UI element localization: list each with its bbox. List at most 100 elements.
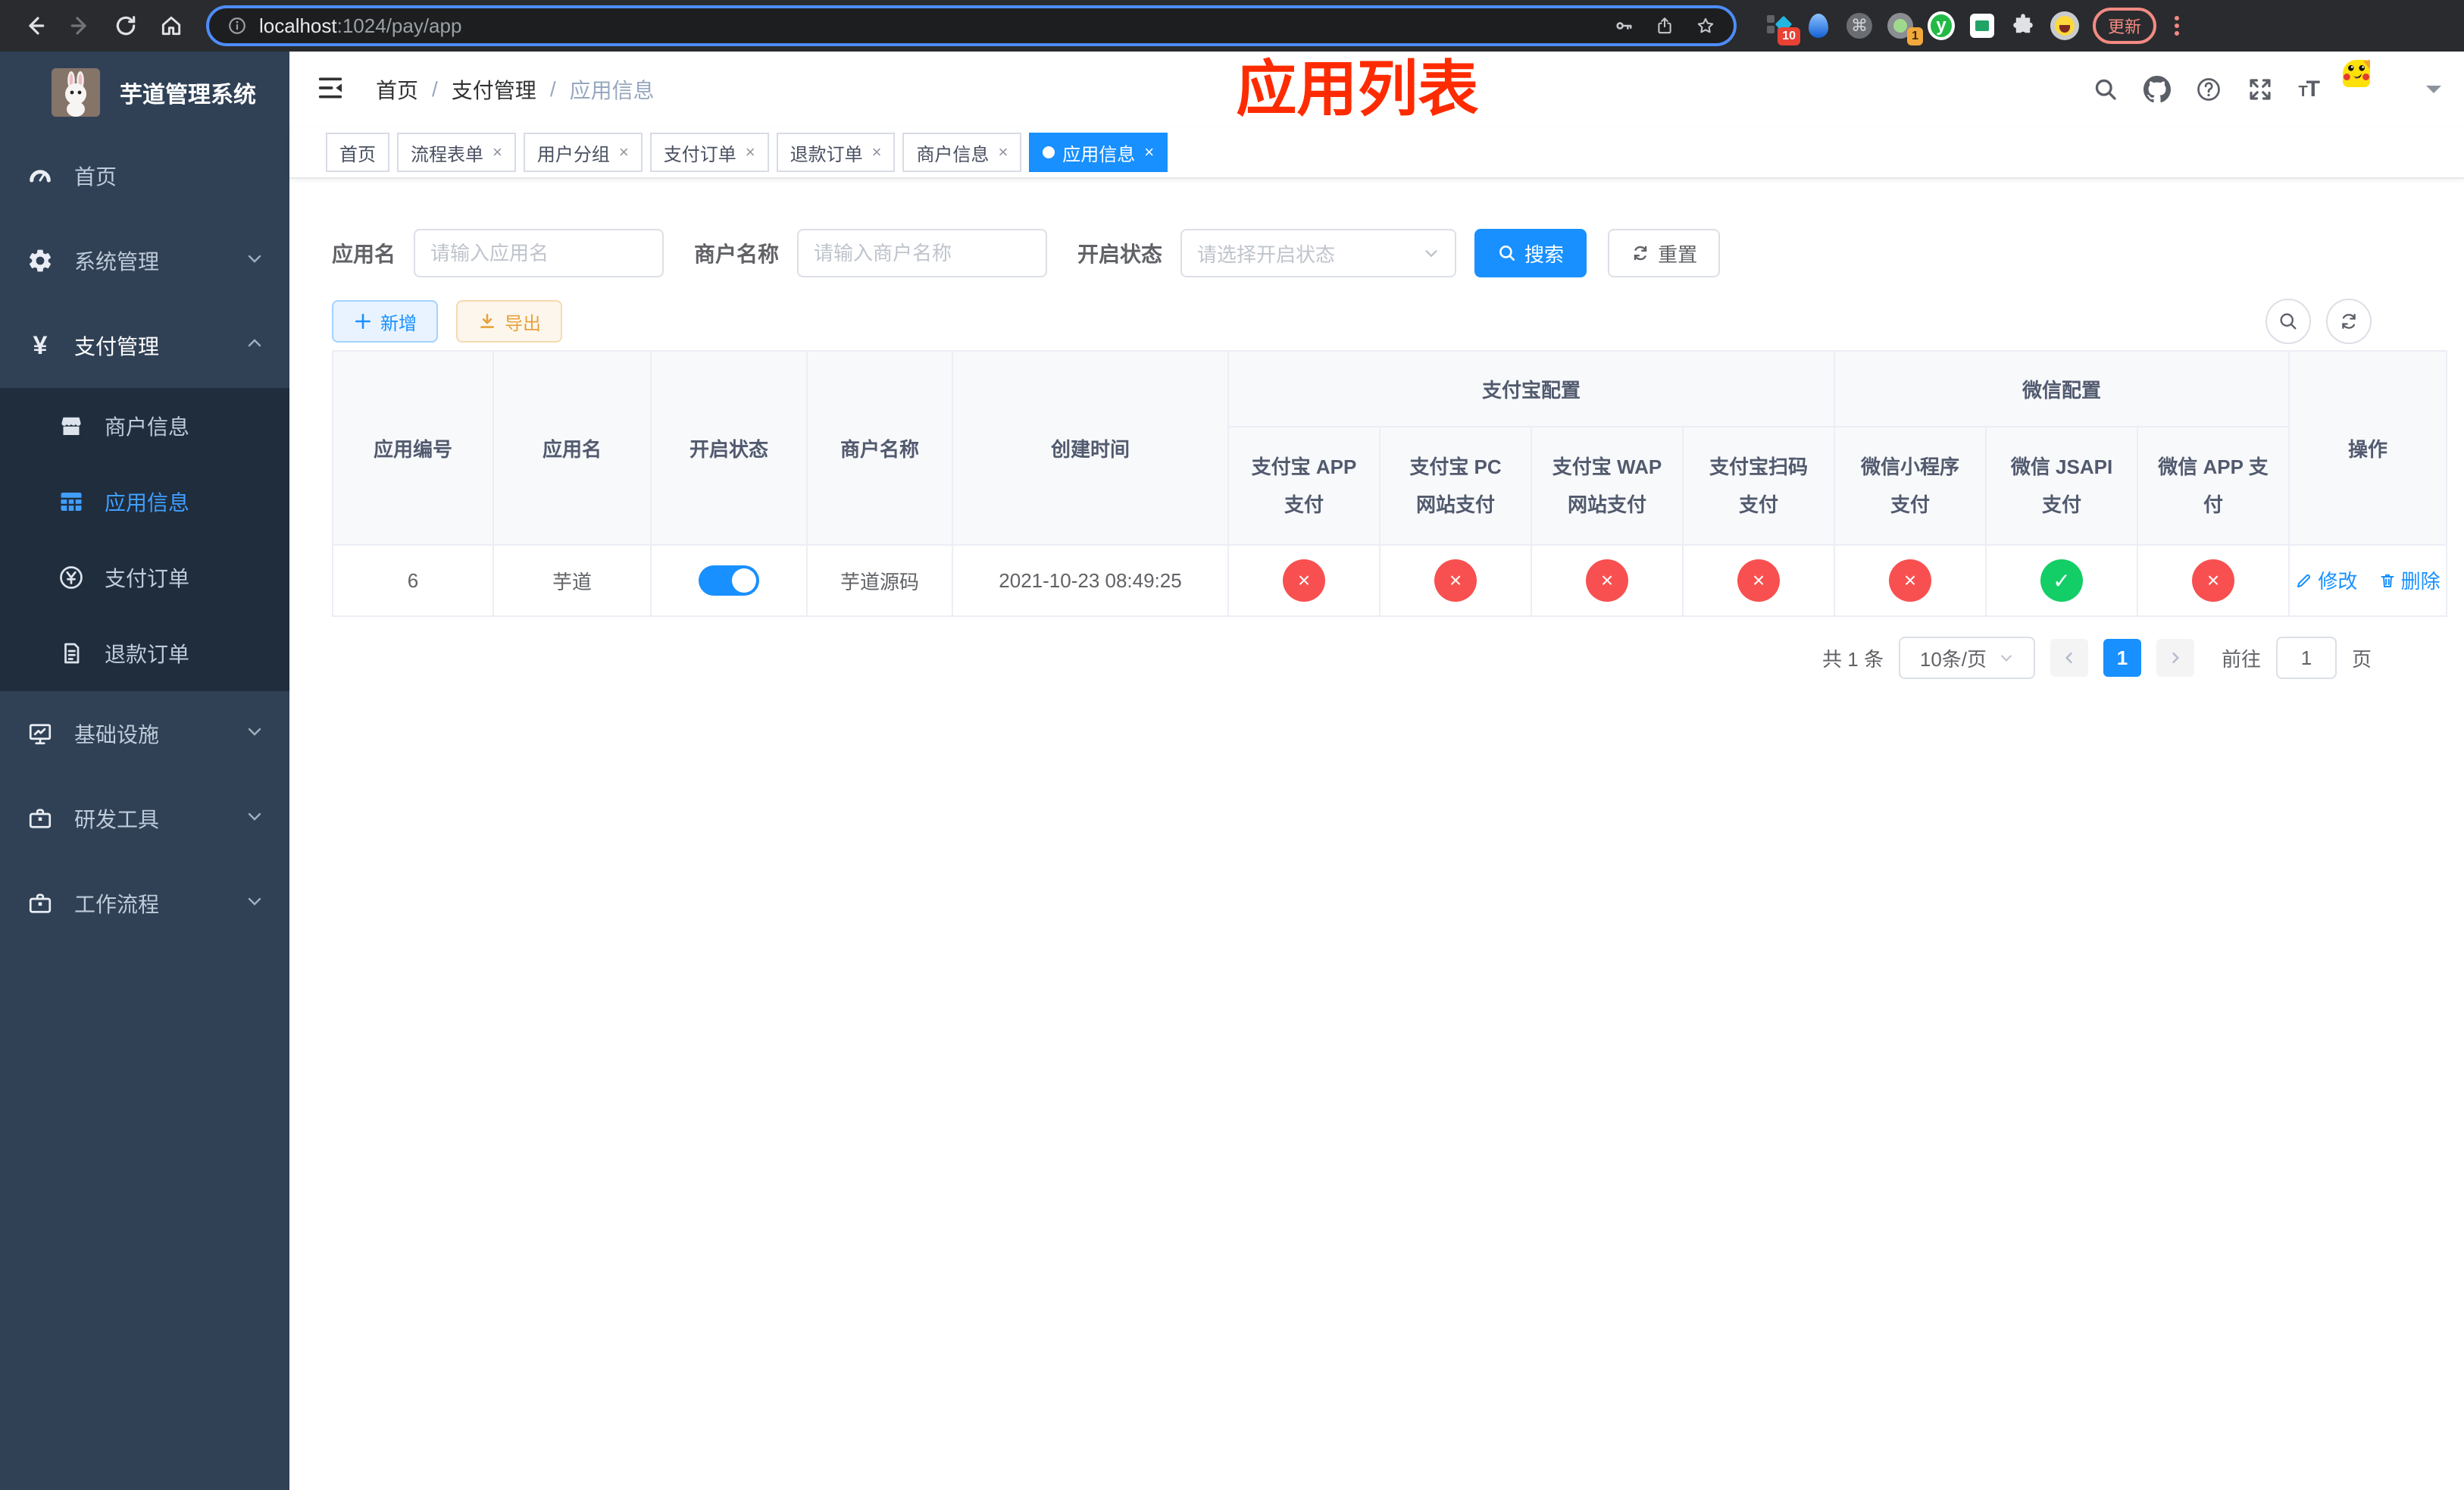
caret-down-icon[interactable]	[2426, 86, 2441, 101]
status-label: 开启状态	[1077, 243, 1163, 266]
extension-icon-proxy[interactable]: 1	[1887, 12, 1923, 45]
sidebar-item-payment[interactable]: ¥ 支付管理	[0, 303, 289, 388]
user-avatar[interactable]	[2343, 60, 2402, 119]
refresh-table-button[interactable]	[2326, 299, 2372, 344]
chevron-down-icon	[245, 722, 264, 746]
extensions-puzzle-icon[interactable]	[2009, 12, 2037, 39]
goto-page-input[interactable]	[2275, 637, 2337, 679]
apps-table: 应用编号 应用名 开启状态 商户名称 创建时间 支付宝配置 微信配置 操作 支付…	[332, 350, 2448, 617]
tab-pay-order[interactable]: 支付订单 ×	[649, 133, 769, 172]
browser-home-icon[interactable]	[152, 6, 191, 45]
status-wechat-app-badge: ×	[2192, 559, 2235, 602]
sidebar-item-merchant-info[interactable]: 商户信息	[0, 388, 289, 464]
next-page-button[interactable]	[2156, 639, 2194, 677]
github-icon[interactable]	[2143, 76, 2172, 103]
browser-menu-icon[interactable]	[2170, 16, 2184, 36]
active-dot	[1043, 146, 1055, 158]
share-icon[interactable]	[1655, 16, 1674, 36]
sidebar-item-dev-tools[interactable]: 研发工具	[0, 776, 289, 861]
profile-avatar-emoji[interactable]	[2050, 11, 2079, 40]
browser-forward-icon[interactable]	[61, 6, 100, 45]
chevron-right-icon	[2172, 652, 2180, 664]
table-toolbar: 新增 导出	[332, 299, 2444, 344]
payment-submenu: 商户信息 应用信息 支付订单 退款订单	[0, 388, 289, 691]
extension-icon-devtools[interactable]: 10	[1764, 12, 1800, 45]
url-text: localhost:1024/pay/app	[259, 14, 462, 37]
extension-icon-blue-top[interactable]	[1805, 12, 1832, 39]
total-count: 共 1 条	[1822, 647, 1884, 671]
close-icon[interactable]: ×	[871, 142, 882, 162]
breadcrumb-payment[interactable]: 支付管理	[452, 74, 536, 105]
logo-image	[52, 68, 100, 117]
export-button[interactable]: 导出	[456, 300, 562, 343]
sidebar-item-app-info[interactable]: 应用信息	[0, 464, 289, 540]
tab-process-form[interactable]: 流程表单 ×	[397, 133, 516, 172]
bookmark-star-icon[interactable]	[1696, 16, 1715, 36]
app-title: 芋道管理系统	[120, 83, 256, 108]
edit-link[interactable]: 修改	[2295, 566, 2357, 594]
breadcrumb-current: 应用信息	[569, 79, 655, 102]
extension-icon-green-y[interactable]: y	[1928, 11, 1955, 40]
status-toggle[interactable]	[699, 565, 759, 596]
search-icon	[1499, 246, 1515, 261]
tags-view-bar: 首页 流程表单 × 用户分组 × 支付订单 × 退款订单 × 商户信息 × 应用信息 ×	[289, 127, 2464, 179]
merchant-name-input[interactable]	[797, 229, 1048, 277]
password-key-icon[interactable]	[1614, 16, 1634, 36]
app-name-input[interactable]	[414, 229, 664, 277]
prev-page-button[interactable]	[2050, 639, 2088, 677]
browser-back-icon[interactable]	[15, 6, 55, 45]
yen-icon: ¥	[33, 330, 48, 360]
dashboard-icon	[26, 161, 55, 190]
col-alipay-qr: 支付宝扫码支付	[1681, 426, 1836, 546]
close-icon[interactable]: ×	[491, 142, 502, 162]
sidebar-item-home[interactable]: 首页	[0, 133, 289, 218]
help-icon[interactable]	[2195, 76, 2222, 103]
toggle-search-button[interactable]	[2265, 299, 2311, 344]
add-button[interactable]: 新增	[332, 300, 438, 343]
sidebar-item-refund-order[interactable]: 退款订单	[0, 615, 289, 691]
tab-app-info[interactable]: 应用信息 ×	[1029, 133, 1168, 172]
status-select[interactable]: 请选择开启状态	[1180, 229, 1457, 277]
col-created: 创建时间	[952, 350, 1229, 546]
address-bar[interactable]: localhost:1024/pay/app	[206, 5, 1737, 46]
tab-merchant-info[interactable]: 商户信息 ×	[902, 133, 1022, 172]
tab-refund-order[interactable]: 退款订单 ×	[776, 133, 896, 172]
gear-icon	[26, 246, 55, 275]
col-wechat-jsapi: 微信 JSAPI 支付	[1985, 426, 2139, 546]
cell-app-name: 芋道	[492, 544, 652, 617]
page-number-1[interactable]: 1	[2103, 639, 2141, 677]
sidebar-item-workflow[interactable]: 工作流程	[0, 861, 289, 946]
extension-icon-command[interactable]: ⌘	[1846, 12, 1873, 39]
search-button[interactable]: 搜索	[1474, 229, 1587, 277]
close-icon[interactable]: ×	[996, 142, 1008, 162]
close-icon[interactable]: ×	[1143, 142, 1154, 162]
tab-home[interactable]: 首页	[326, 133, 389, 172]
app-logo: 芋道管理系统	[0, 52, 289, 133]
tab-user-group[interactable]: 用户分组 ×	[523, 133, 643, 172]
status-alipay-wap-badge: ×	[1586, 559, 1628, 602]
reset-button[interactable]: 重置	[1608, 229, 1721, 277]
page-size-select[interactable]: 10条/页	[1898, 637, 2035, 679]
font-size-icon[interactable]: TT	[2298, 77, 2320, 102]
breadcrumb-home[interactable]: 首页	[376, 74, 418, 105]
fullscreen-icon[interactable]	[2247, 76, 2274, 103]
collapse-sidebar-icon[interactable]	[315, 73, 349, 106]
sidebar: 芋道管理系统 首页 系统管理 ¥ 支付管理 商户信息 应用信息 支付订单 退款订…	[0, 52, 289, 1490]
sidebar-item-infrastructure[interactable]: 基础设施	[0, 691, 289, 776]
browser-update-button[interactable]: 更新	[2093, 8, 2157, 44]
close-icon[interactable]: ×	[618, 142, 629, 162]
browser-reload-icon[interactable]	[106, 6, 145, 45]
delete-link[interactable]: 删除	[2378, 566, 2441, 594]
sidebar-item-pay-order[interactable]: 支付订单	[0, 540, 289, 615]
extension-icon-chat[interactable]	[1968, 12, 1996, 39]
close-icon[interactable]: ×	[744, 142, 755, 162]
sidebar-item-system[interactable]: 系统管理	[0, 218, 289, 303]
chevron-up-icon	[245, 333, 264, 358]
chevron-down-icon	[245, 891, 264, 916]
site-info-icon[interactable]	[227, 16, 247, 36]
col-merchant: 商户名称	[806, 350, 953, 546]
search-icon[interactable]	[2092, 76, 2119, 103]
col-alipay-wap: 支付宝 WAP 网站支付	[1531, 426, 1684, 546]
extension-badge: 10	[1778, 27, 1800, 45]
page-content: 应用名 商户名称 开启状态 请选择开启状态 搜索 重置	[289, 179, 2464, 1490]
